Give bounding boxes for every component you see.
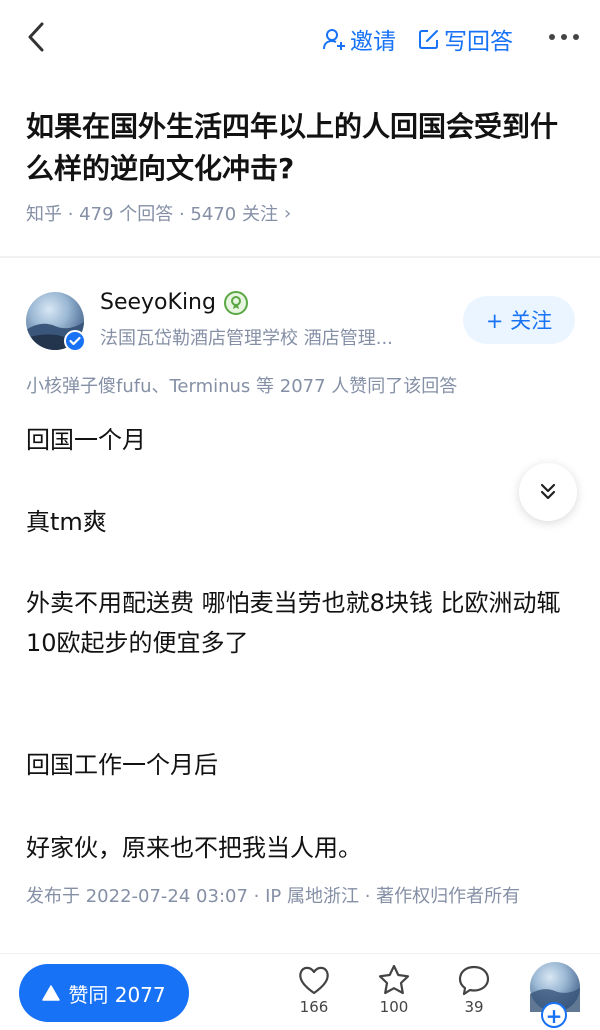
comment-button[interactable]: 39 <box>449 964 499 1016</box>
write-answer-button[interactable]: 写回答 <box>418 22 513 56</box>
author-row: SeeyoKing <box>100 290 248 315</box>
comment-bubble-icon <box>458 965 490 996</box>
agree-summary[interactable]: 小核弹子傻fufu、Terminus 等 2077 人赞同了该回答 <box>26 372 457 398</box>
author-bio: 法国瓦岱勒酒店管理学校 酒店管理... <box>100 328 393 349</box>
answer-paragraph: 好家伙，原来也不把我当人用。 <box>26 834 362 862</box>
top-bar: 邀请 写回答 <box>0 0 600 76</box>
like-count: 166 <box>299 998 329 1016</box>
chevron-left-icon <box>28 22 44 52</box>
more-button[interactable] <box>546 22 582 52</box>
invite-label: 邀请 <box>350 29 396 55</box>
heart-icon <box>299 966 329 995</box>
more-dots-icon <box>549 34 579 40</box>
follow-plus-icon[interactable]: + <box>541 1002 567 1028</box>
invite-button[interactable]: 邀请 <box>322 22 396 56</box>
favorite-button[interactable]: 100 <box>369 964 419 1016</box>
answer-paragraph: 真tm爽 <box>26 508 107 536</box>
medal-icon <box>223 290 248 315</box>
follow-button[interactable]: + 关注 <box>463 296 575 344</box>
answer-paragraph: 回国一个月 <box>26 426 146 454</box>
edit-icon <box>419 30 438 49</box>
double-chevron-down-icon <box>540 483 556 500</box>
question-title: 如果在国外生活四年以上的人回国会受到什么样的逆向文化冲击? <box>26 110 559 185</box>
like-button[interactable]: 166 <box>289 964 339 1016</box>
author-name[interactable]: SeeyoKing <box>100 290 216 315</box>
chevron-right-icon: › <box>283 202 292 224</box>
triangle-up-icon <box>42 985 61 1001</box>
divider <box>0 256 600 258</box>
favorite-count: 100 <box>379 998 409 1016</box>
back-button[interactable] <box>22 20 52 54</box>
publish-info: 发布于 2022-07-24 03:07 · IP 属地浙江 · 著作权归作者所… <box>26 886 521 907</box>
upvote-label: 赞同 2077 <box>68 982 166 1007</box>
answer-paragraph: 回国工作一个月后 <box>26 751 218 779</box>
star-icon <box>378 964 410 995</box>
person-add-icon <box>323 29 345 50</box>
follow-label: + 关注 <box>485 309 553 333</box>
verified-badge-icon <box>64 330 86 352</box>
question-meta[interactable]: 知乎 · 479 个回答 · 5470 关注 › <box>26 200 291 226</box>
write-answer-label: 写回答 <box>444 29 513 55</box>
upvote-button[interactable]: 赞同 2077 <box>19 964 189 1022</box>
answer-paragraph: 外卖不用配送费 哪怕麦当劳也就8块钱 比欧洲动辄10欧起步的便宜多了 <box>26 589 561 657</box>
bottom-action-bar: 赞同 2077 166 100 39 + <box>0 953 600 1030</box>
question-meta-text: 知乎 · 479 个回答 · 5470 关注 <box>26 204 278 225</box>
collapse-button[interactable] <box>519 463 577 521</box>
comment-count: 39 <box>464 998 484 1016</box>
